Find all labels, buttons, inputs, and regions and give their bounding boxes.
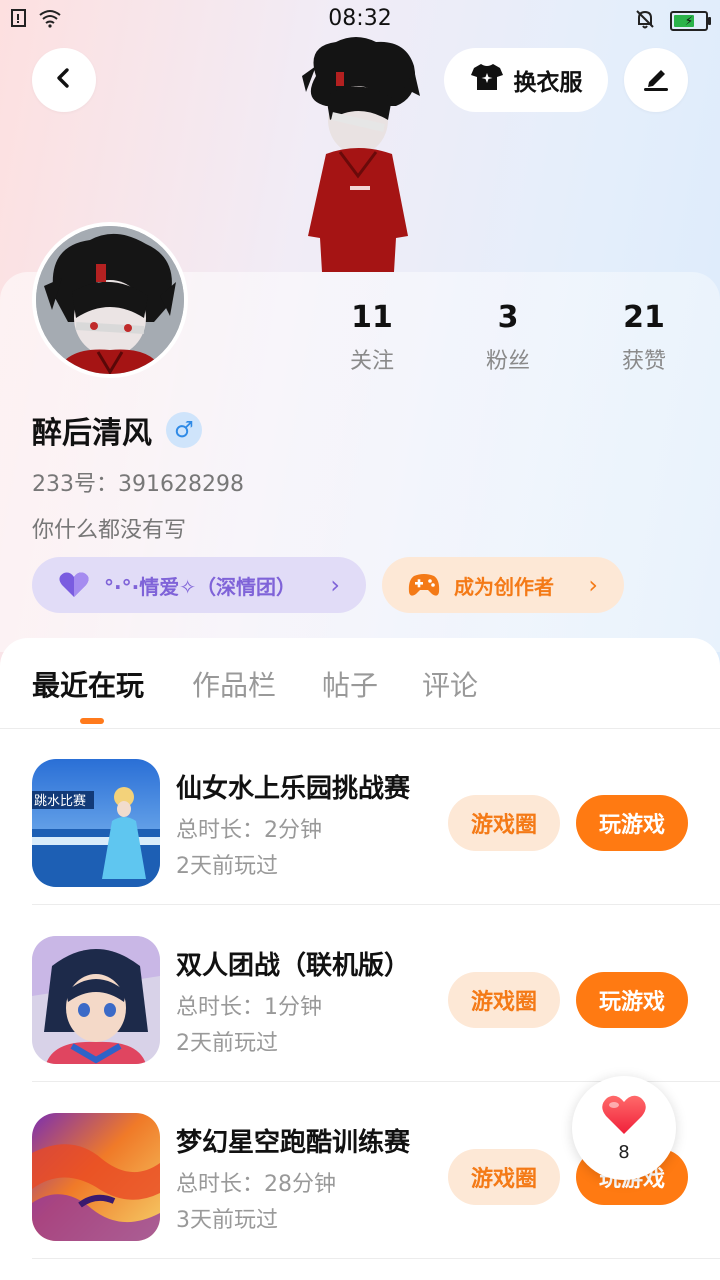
tab-recently-played[interactable]: 最近在玩 <box>32 664 144 704</box>
avatar-figure-image <box>296 36 422 272</box>
chevron-right-icon: › <box>330 571 340 599</box>
game-thumbnail[interactable] <box>32 936 160 1064</box>
game-last-played: 3天前玩过 <box>176 1208 278 1233</box>
tab-posts[interactable]: 帖子 <box>322 664 378 704</box>
profile-name: 醉后清风 <box>32 416 152 451</box>
divider <box>32 1258 720 1259</box>
chevron-right-icon: › <box>588 571 598 599</box>
avatar[interactable] <box>32 222 188 378</box>
shirt-icon <box>470 62 504 98</box>
game-duration: 总时长：1分钟 <box>176 995 322 1020</box>
stat-label: 关注 <box>349 349 394 374</box>
stat-value: 3 <box>497 300 519 335</box>
battery-charging-icon: ⚡ <box>670 11 711 31</box>
heart-icon <box>601 1094 647 1140</box>
game-thumbnail[interactable] <box>32 1113 160 1241</box>
fan-group-label: °·°·情爱✧（深情团） <box>104 574 296 599</box>
status-bar: 08:32 ⚡ <box>0 0 720 40</box>
mute-icon <box>634 8 656 34</box>
stat-likes[interactable]: 21 获赞 <box>574 300 714 375</box>
avatar-image <box>36 226 184 374</box>
status-time: 08:32 <box>328 6 392 31</box>
profile-uid[interactable]: 233号：391628298 <box>32 466 244 498</box>
fan-group-chip[interactable]: °·°·情爱✧（深情团） › <box>32 557 366 613</box>
game-thumbnail[interactable]: 跳水比赛 <box>32 759 160 887</box>
game-title[interactable]: 仙女水上乐园挑战赛 <box>176 768 410 805</box>
tab-comments[interactable]: 评论 <box>422 664 478 704</box>
game-duration: 总时长：2分钟 <box>176 818 322 843</box>
purple-heart-icon <box>58 571 90 599</box>
male-gender-icon: ♂ <box>166 412 202 448</box>
game-last-played: 2天前玩过 <box>176 854 278 879</box>
stat-value: 21 <box>623 300 665 335</box>
stat-label: 粉丝 <box>485 349 530 374</box>
list-item: 双人团战（联机版） 总时长：1分钟 2天前玩过 游戏圈 玩游戏 <box>0 905 720 1082</box>
game-thumbnail-text: 跳水比赛 <box>34 793 86 809</box>
game-last-played: 2天前玩过 <box>176 1031 278 1056</box>
game-duration: 总时长：28分钟 <box>176 1172 336 1197</box>
game-title[interactable]: 梦幻星空跑酷训练赛 <box>176 1122 410 1159</box>
stat-following[interactable]: 11 关注 <box>302 300 442 375</box>
active-tab-indicator <box>80 718 104 724</box>
become-creator-chip[interactable]: 成为创作者 › <box>382 557 624 613</box>
game-circle-button[interactable]: 游戏圈 <box>448 1149 560 1205</box>
list-item: 跳水比赛 仙女水上乐园挑战赛 总时长：2分钟 2天前玩过 游戏圈 玩游戏 <box>0 728 720 905</box>
like-count: 8 <box>618 1141 630 1163</box>
profile-tabs: 最近在玩 作品栏 帖子 评论 <box>0 638 720 729</box>
profile-bio: 你什么都没有写 <box>32 518 187 543</box>
dress-up-button[interactable]: 换衣服 <box>444 48 608 112</box>
stat-label: 获赞 <box>621 349 666 374</box>
back-button[interactable] <box>32 48 96 112</box>
edit-pen-icon <box>641 63 671 97</box>
become-creator-label: 成为创作者 <box>454 574 554 599</box>
game-circle-button[interactable]: 游戏圈 <box>448 795 560 851</box>
profile-name-row: 醉后清风 ♂ <box>32 408 202 452</box>
edit-profile-button[interactable] <box>624 48 688 112</box>
dress-up-label: 换衣服 <box>513 70 583 96</box>
play-game-button[interactable]: 玩游戏 <box>576 795 688 851</box>
back-arrow-icon <box>52 66 76 94</box>
floating-like-button[interactable]: 8 <box>572 1076 676 1180</box>
gamepad-icon <box>408 572 440 598</box>
stat-followers[interactable]: 3 粉丝 <box>438 300 578 375</box>
tab-works[interactable]: 作品栏 <box>192 664 276 704</box>
stat-value: 11 <box>351 300 393 335</box>
play-game-button[interactable]: 玩游戏 <box>576 972 688 1028</box>
game-title[interactable]: 双人团战（联机版） <box>176 945 410 982</box>
game-circle-button[interactable]: 游戏圈 <box>448 972 560 1028</box>
